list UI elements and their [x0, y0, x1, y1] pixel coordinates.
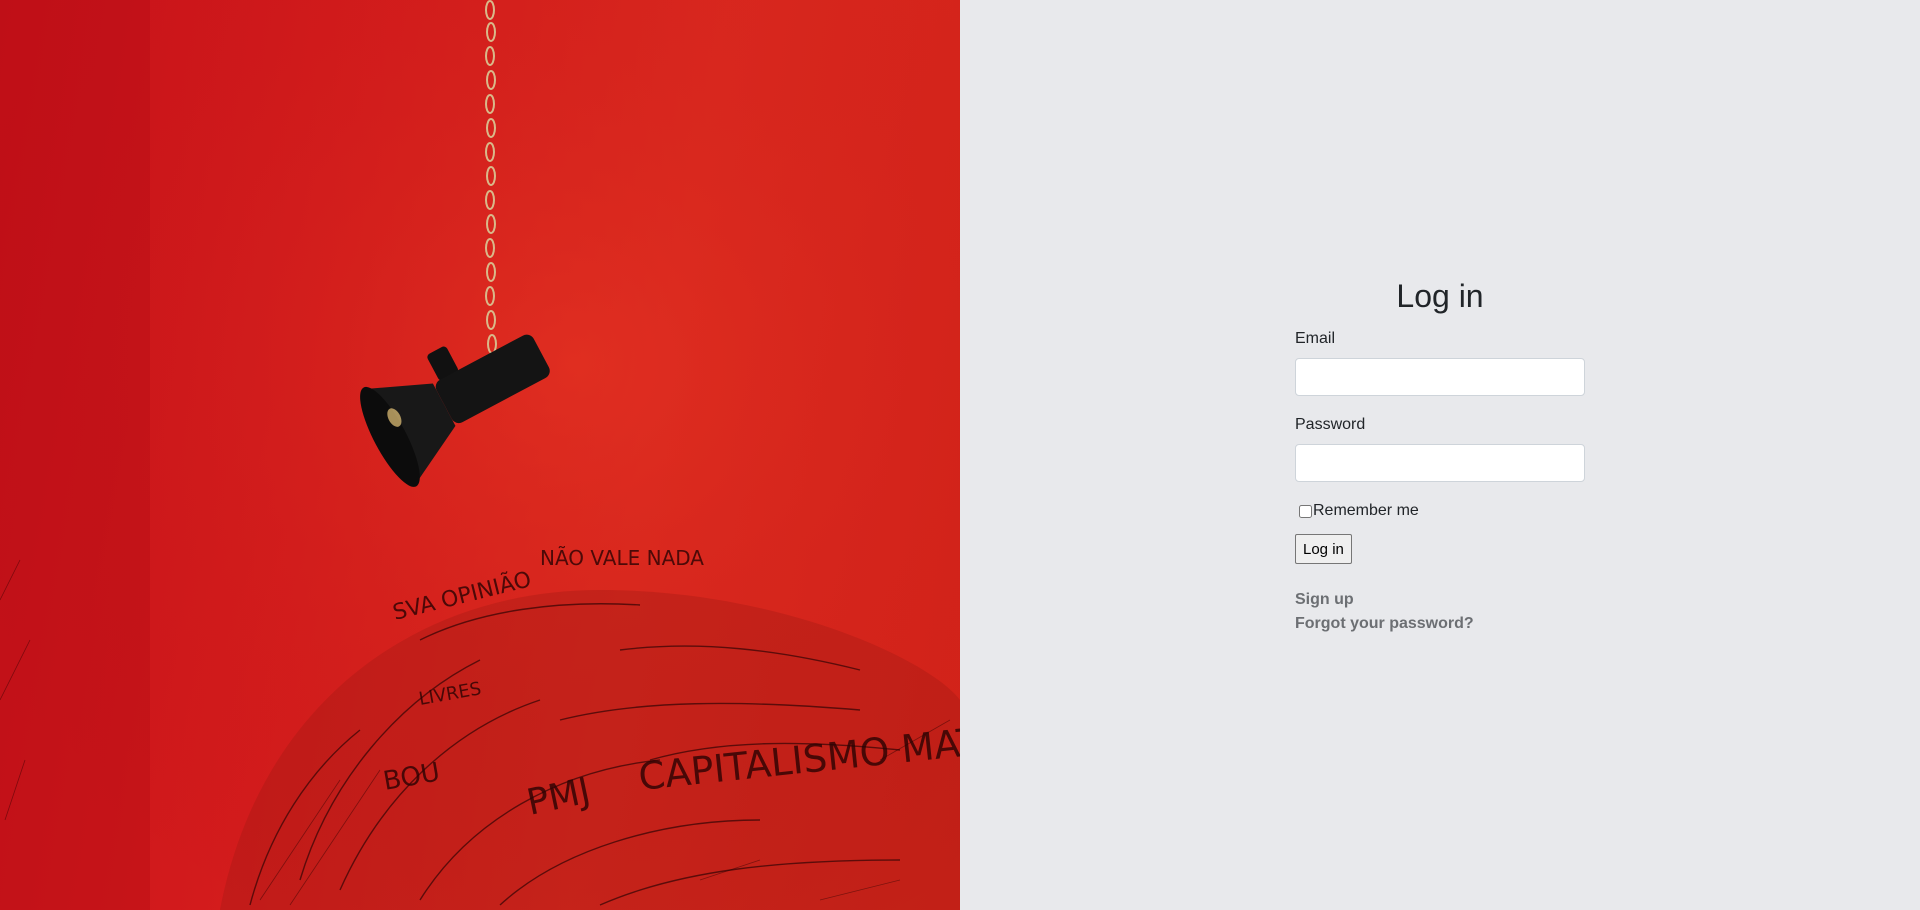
email-label: Email: [1295, 330, 1336, 347]
auth-links: Sign up Forgot your password?: [1295, 588, 1585, 636]
page-layout: SVA OPINIÃO NÃO VALE NADA CAPITALISMO MA…: [0, 0, 1920, 910]
login-panel: Log in Email Password Remember me Log in…: [960, 0, 1920, 910]
password-label: Password: [1295, 416, 1366, 433]
hero-illustration: SVA OPINIÃO NÃO VALE NADA CAPITALISMO MA…: [0, 0, 960, 910]
sign-up-link[interactable]: Sign up: [1295, 588, 1585, 612]
remember-me-label: Remember me: [1313, 502, 1419, 519]
hero-image: SVA OPINIÃO NÃO VALE NADA CAPITALISMO MA…: [0, 0, 960, 910]
forgot-password-link[interactable]: Forgot your password?: [1295, 612, 1585, 636]
password-field[interactable]: [1295, 444, 1585, 482]
email-field[interactable]: [1295, 358, 1585, 396]
login-button[interactable]: Log in: [1295, 534, 1352, 564]
page-title: Log in: [1396, 278, 1484, 314]
remember-me-row: Remember me: [1295, 500, 1585, 522]
remember-me-checkbox[interactable]: [1299, 504, 1312, 518]
login-form: Log in Email Password Remember me Log in…: [1295, 274, 1585, 636]
wall-text-2: NÃO VALE NADA: [540, 546, 704, 570]
